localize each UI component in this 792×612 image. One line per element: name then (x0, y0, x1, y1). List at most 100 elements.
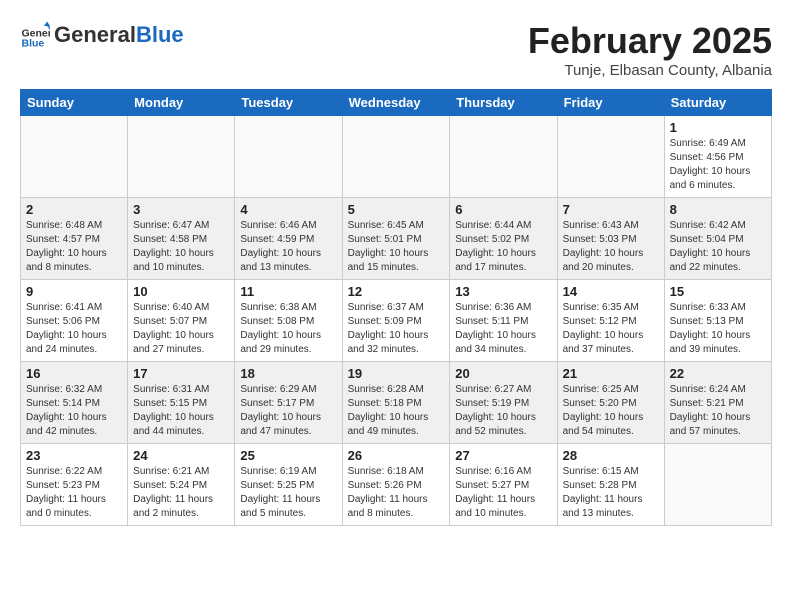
calendar-day-cell: 13 Sunrise: 6:36 AM Sunset: 5:11 PM Dayli… (450, 280, 557, 362)
day-number: 7 (563, 202, 659, 217)
calendar-day-cell: 17 Sunrise: 6:31 AM Sunset: 5:15 PM Dayli… (128, 362, 235, 444)
day-info: Sunrise: 6:41 AM Sunset: 5:06 PM Dayligh… (26, 301, 122, 357)
weekday-header: Sunday (21, 90, 128, 116)
day-info: Sunrise: 6:48 AM Sunset: 4:57 PM Dayligh… (26, 219, 122, 275)
day-number: 1 (670, 120, 766, 135)
calendar-day-cell: 11Sunrise: 6:38 AM Sunset: 5:08 PM Dayli… (235, 280, 342, 362)
day-info: Sunrise: 6:43 AM Sunset: 5:03 PM Dayligh… (563, 219, 659, 275)
calendar-day-cell (21, 116, 128, 198)
weekday-header: Thursday (450, 90, 557, 116)
day-info: Sunrise: 6:29 AM Sunset: 5:17 PM Dayligh… (240, 383, 336, 439)
day-number: 2 (26, 202, 122, 217)
calendar-week-row: 16 Sunrise: 6:32 AM Sunset: 5:14 PM Dayli… (21, 362, 772, 444)
day-info: Sunrise: 6:19 AM Sunset: 5:25 PM Dayligh… (240, 465, 336, 521)
day-info: Sunrise: 6:32 AM Sunset: 5:14 PM Dayligh… (26, 383, 122, 439)
day-info: Sunrise: 6:44 AM Sunset: 5:02 PM Dayligh… (455, 219, 551, 275)
weekday-header: Friday (557, 90, 664, 116)
day-number: 14 (563, 284, 659, 299)
weekday-header: Monday (128, 90, 235, 116)
title-block: February 2025 Tunje, Elbasan County, Alb… (528, 20, 772, 79)
day-number: 19 (348, 366, 445, 381)
calendar-day-cell (342, 116, 450, 198)
day-info: Sunrise: 6:40 AM Sunset: 5:07 PM Dayligh… (133, 301, 229, 357)
calendar-day-cell: 9Sunrise: 6:41 AM Sunset: 5:06 PM Daylig… (21, 280, 128, 362)
location-title: Tunje, Elbasan County, Albania (528, 62, 772, 79)
calendar-header-row: SundayMondayTuesdayWednesdayThursdayFrid… (21, 90, 772, 116)
day-info: Sunrise: 6:16 AM Sunset: 5:27 PM Dayligh… (455, 465, 551, 521)
calendar-day-cell: 12Sunrise: 6:37 AM Sunset: 5:09 PM Dayli… (342, 280, 450, 362)
day-number: 13 (455, 284, 551, 299)
calendar-day-cell: 24 Sunrise: 6:21 AM Sunset: 5:24 PM Dayli… (128, 444, 235, 526)
calendar-day-cell: 3Sunrise: 6:47 AM Sunset: 4:58 PM Daylig… (128, 198, 235, 280)
day-number: 4 (240, 202, 336, 217)
calendar-day-cell: 28Sunrise: 6:15 AM Sunset: 5:28 PM Dayli… (557, 444, 664, 526)
day-info: Sunrise: 6:27 AM Sunset: 5:19 PM Dayligh… (455, 383, 551, 439)
month-title: February 2025 (528, 20, 772, 62)
calendar-day-cell: 1 Sunrise: 6:49 AM Sunset: 4:56 PM Daylig… (664, 116, 771, 198)
calendar-day-cell: 15Sunrise: 6:33 AM Sunset: 5:13 PM Dayli… (664, 280, 771, 362)
day-info: Sunrise: 6:25 AM Sunset: 5:20 PM Dayligh… (563, 383, 659, 439)
calendar-week-row: 1 Sunrise: 6:49 AM Sunset: 4:56 PM Daylig… (21, 116, 772, 198)
calendar-day-cell (450, 116, 557, 198)
calendar-week-row: 2 Sunrise: 6:48 AM Sunset: 4:57 PM Daylig… (21, 198, 772, 280)
day-info: Sunrise: 6:38 AM Sunset: 5:08 PM Dayligh… (240, 301, 336, 357)
day-info: Sunrise: 6:36 AM Sunset: 5:11 PM Dayligh… (455, 301, 551, 357)
calendar-day-cell: 21 Sunrise: 6:25 AM Sunset: 5:20 PM Dayli… (557, 362, 664, 444)
day-info: Sunrise: 6:15 AM Sunset: 5:28 PM Dayligh… (563, 465, 659, 521)
calendar-day-cell: 25Sunrise: 6:19 AM Sunset: 5:25 PM Dayli… (235, 444, 342, 526)
day-number: 17 (133, 366, 229, 381)
calendar-week-row: 23 Sunrise: 6:22 AM Sunset: 5:23 PM Dayli… (21, 444, 772, 526)
day-number: 26 (348, 448, 445, 463)
day-number: 21 (563, 366, 659, 381)
day-info: Sunrise: 6:24 AM Sunset: 5:21 PM Dayligh… (670, 383, 766, 439)
day-info: Sunrise: 6:46 AM Sunset: 4:59 PM Dayligh… (240, 219, 336, 275)
day-number: 18 (240, 366, 336, 381)
day-info: Sunrise: 6:22 AM Sunset: 5:23 PM Dayligh… (26, 465, 122, 521)
day-number: 16 (26, 366, 122, 381)
calendar-day-cell: 26 Sunrise: 6:18 AM Sunset: 5:26 PM Dayli… (342, 444, 450, 526)
svg-text:Blue: Blue (22, 37, 45, 49)
calendar-day-cell (235, 116, 342, 198)
day-info: Sunrise: 6:37 AM Sunset: 5:09 PM Dayligh… (348, 301, 445, 357)
calendar-day-cell: 7 Sunrise: 6:43 AM Sunset: 5:03 PM Daylig… (557, 198, 664, 280)
day-info: Sunrise: 6:21 AM Sunset: 5:24 PM Dayligh… (133, 465, 229, 521)
day-number: 20 (455, 366, 551, 381)
calendar-day-cell: 14Sunrise: 6:35 AM Sunset: 5:12 PM Dayli… (557, 280, 664, 362)
calendar-day-cell: 22Sunrise: 6:24 AM Sunset: 5:21 PM Dayli… (664, 362, 771, 444)
logo-blue-text: Blue (136, 22, 184, 47)
calendar-day-cell: 5Sunrise: 6:45 AM Sunset: 5:01 PM Daylig… (342, 198, 450, 280)
calendar-day-cell: 16 Sunrise: 6:32 AM Sunset: 5:14 PM Dayli… (21, 362, 128, 444)
calendar-table: SundayMondayTuesdayWednesdayThursdayFrid… (20, 89, 772, 526)
day-number: 24 (133, 448, 229, 463)
calendar-day-cell (664, 444, 771, 526)
calendar-day-cell: 19 Sunrise: 6:28 AM Sunset: 5:18 PM Dayli… (342, 362, 450, 444)
calendar-day-cell: 10Sunrise: 6:40 AM Sunset: 5:07 PM Dayli… (128, 280, 235, 362)
calendar-day-cell: 23 Sunrise: 6:22 AM Sunset: 5:23 PM Dayli… (21, 444, 128, 526)
weekday-header: Wednesday (342, 90, 450, 116)
calendar-day-cell: 8 Sunrise: 6:42 AM Sunset: 5:04 PM Daylig… (664, 198, 771, 280)
day-number: 8 (670, 202, 766, 217)
calendar-day-cell (557, 116, 664, 198)
calendar-day-cell (128, 116, 235, 198)
day-info: Sunrise: 6:47 AM Sunset: 4:58 PM Dayligh… (133, 219, 229, 275)
day-info: Sunrise: 6:42 AM Sunset: 5:04 PM Dayligh… (670, 219, 766, 275)
day-number: 23 (26, 448, 122, 463)
calendar-week-row: 9Sunrise: 6:41 AM Sunset: 5:06 PM Daylig… (21, 280, 772, 362)
calendar-day-cell: 18 Sunrise: 6:29 AM Sunset: 5:17 PM Dayli… (235, 362, 342, 444)
day-number: 6 (455, 202, 551, 217)
day-info: Sunrise: 6:18 AM Sunset: 5:26 PM Dayligh… (348, 465, 445, 521)
day-number: 27 (455, 448, 551, 463)
weekday-header: Saturday (664, 90, 771, 116)
day-number: 15 (670, 284, 766, 299)
logo-icon: General Blue (20, 20, 50, 50)
calendar-day-cell: 4 Sunrise: 6:46 AM Sunset: 4:59 PM Daylig… (235, 198, 342, 280)
weekday-header: Tuesday (235, 90, 342, 116)
page-header: General Blue GeneralBlue February 2025 T… (20, 20, 772, 79)
day-info: Sunrise: 6:49 AM Sunset: 4:56 PM Dayligh… (670, 137, 766, 193)
calendar-day-cell: 27 Sunrise: 6:16 AM Sunset: 5:27 PM Dayli… (450, 444, 557, 526)
day-info: Sunrise: 6:28 AM Sunset: 5:18 PM Dayligh… (348, 383, 445, 439)
logo: General Blue GeneralBlue (20, 20, 184, 50)
calendar-day-cell: 6 Sunrise: 6:44 AM Sunset: 5:02 PM Daylig… (450, 198, 557, 280)
day-info: Sunrise: 6:45 AM Sunset: 5:01 PM Dayligh… (348, 219, 445, 275)
day-info: Sunrise: 6:31 AM Sunset: 5:15 PM Dayligh… (133, 383, 229, 439)
